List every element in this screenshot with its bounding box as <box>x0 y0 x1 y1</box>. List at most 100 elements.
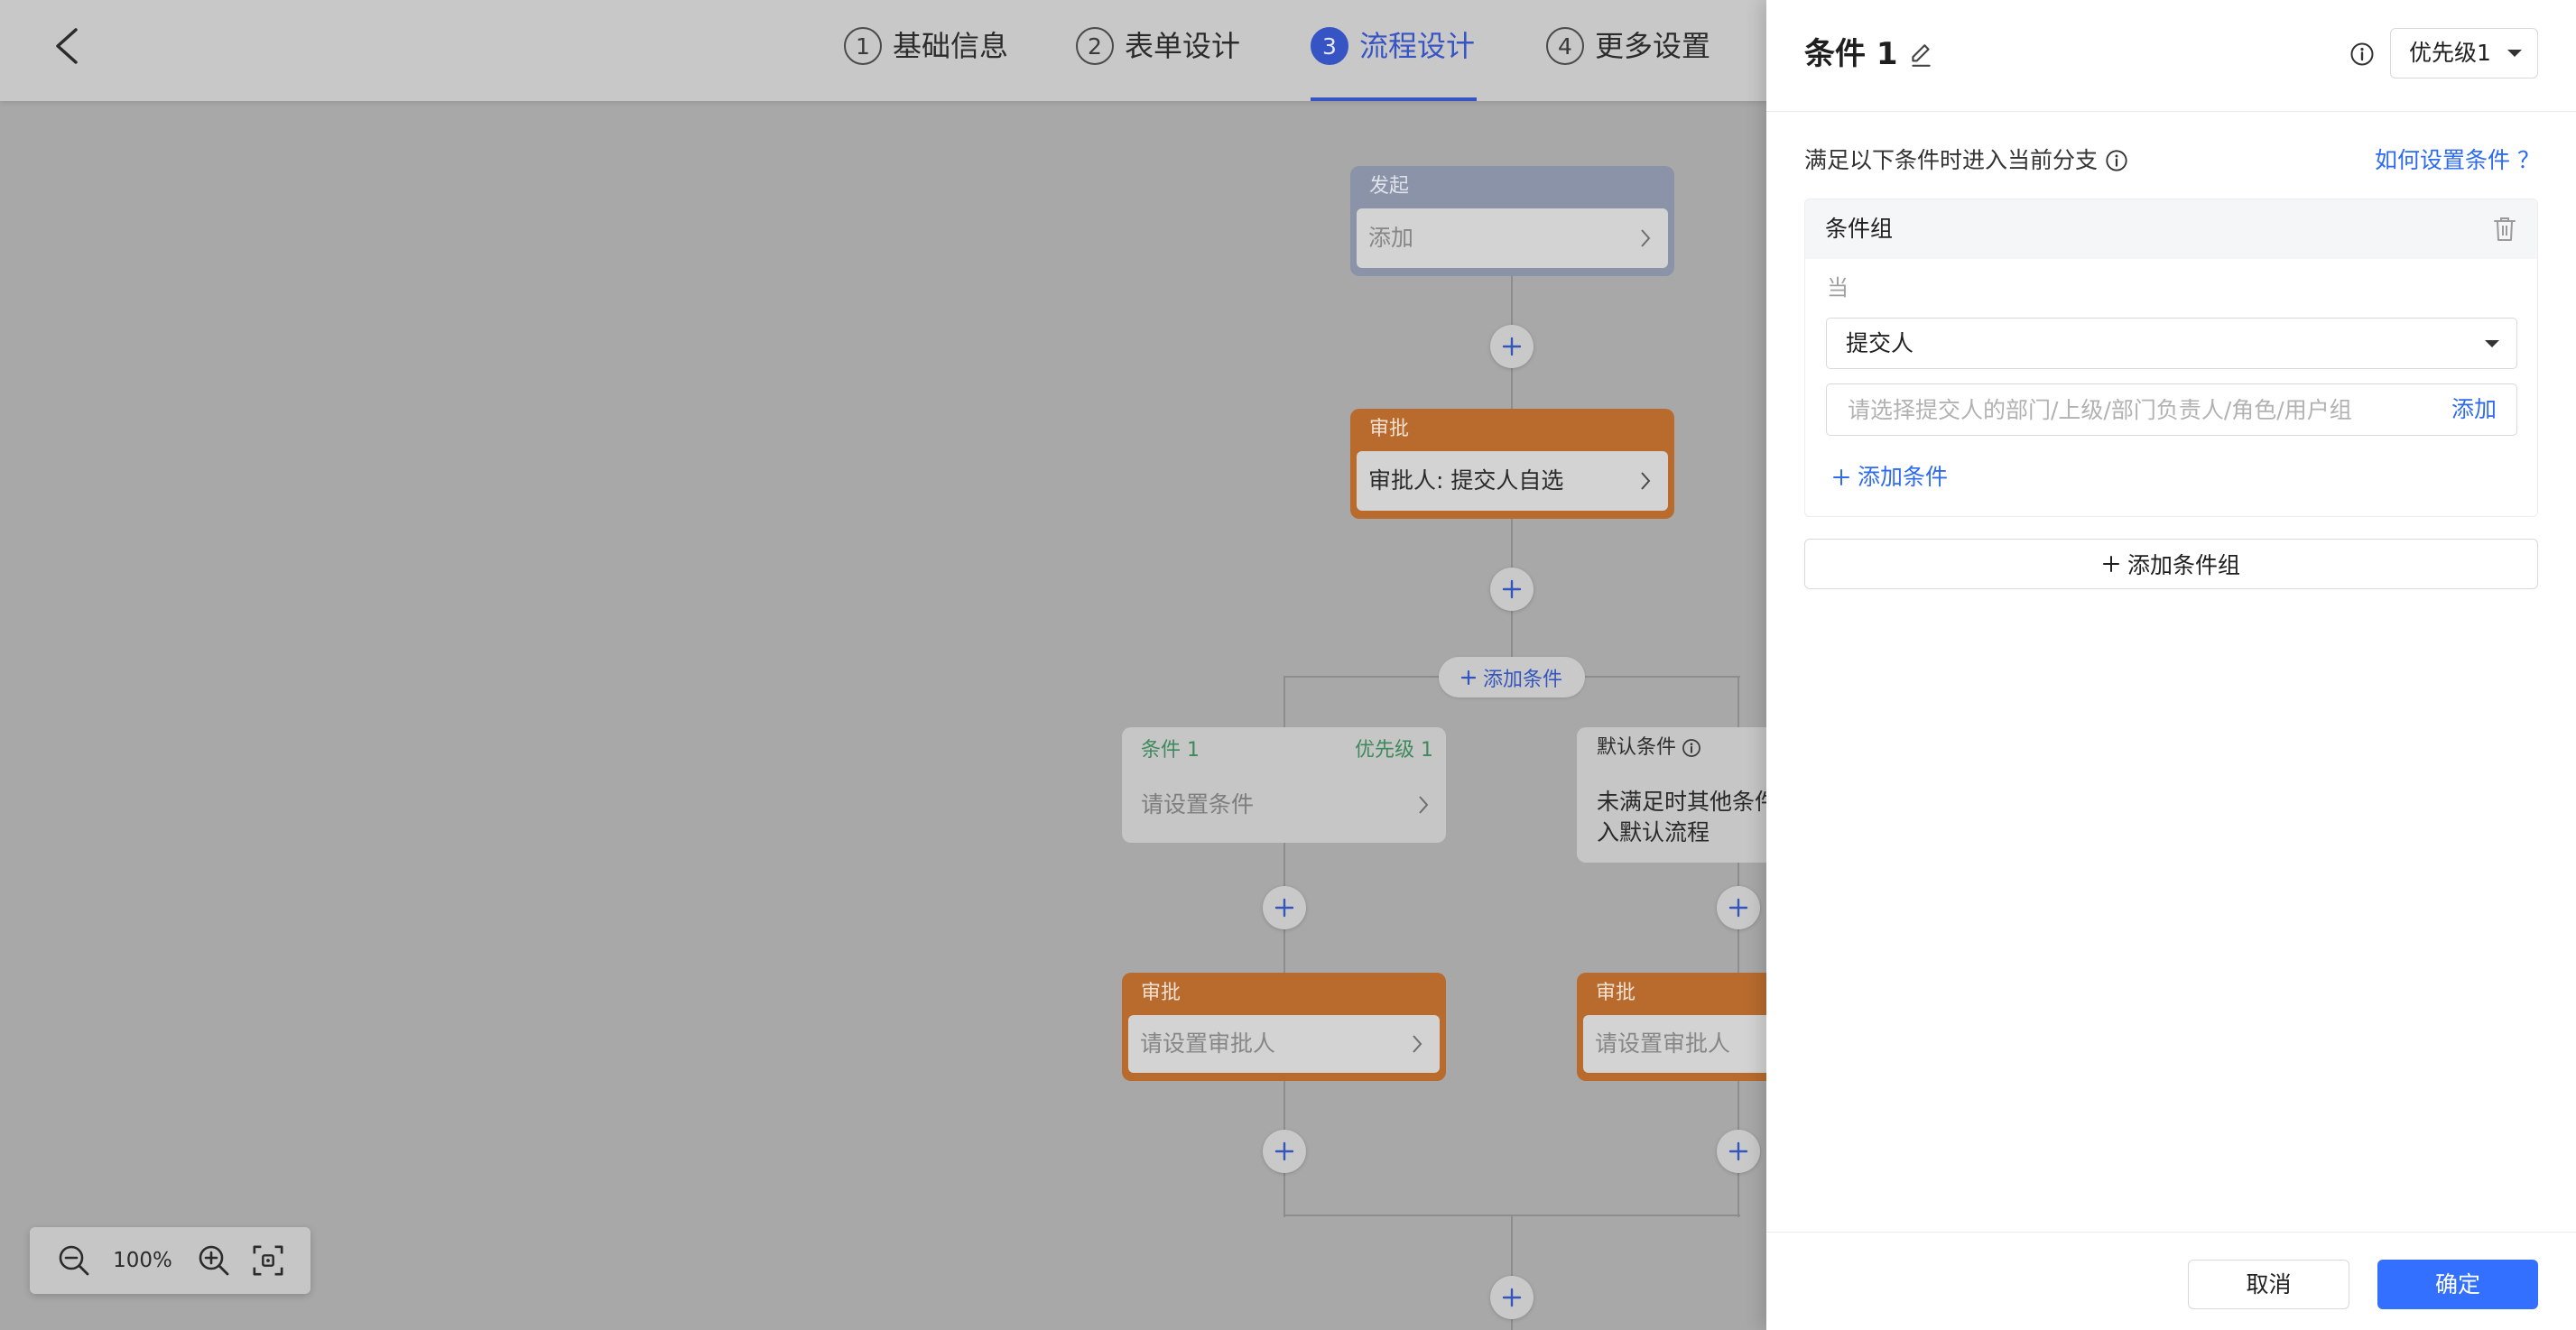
add-value-button[interactable]: 添加 <box>2451 384 2497 435</box>
node-value: 审批人: 提交人自选 <box>1368 467 1564 494</box>
info-icon[interactable] <box>2105 149 2128 172</box>
start-node[interactable]: 发起 添加 <box>1350 166 1674 276</box>
plus-icon <box>1833 469 1849 485</box>
step-basic-info[interactable]: 1 基础信息 <box>844 27 1008 65</box>
condition-group-header: 条件组 <box>1805 199 2537 259</box>
add-condition-label: 添加条件 <box>1482 668 1562 691</box>
condition-group-title: 条件组 <box>1825 216 1894 242</box>
caret-down-icon <box>2507 50 2522 57</box>
add-node-button[interactable] <box>1490 1276 1534 1319</box>
confirm-button[interactable]: 确定 <box>2377 1260 2538 1309</box>
node-type-label: 审批 <box>1369 418 1410 440</box>
step-form-design[interactable]: 2 表单设计 <box>1076 27 1240 65</box>
default-condition-description: 入默认流程 <box>1597 819 1710 845</box>
node-type-label: 发起 <box>1369 175 1410 198</box>
when-label: 当 <box>1827 275 1849 300</box>
plus-icon <box>1502 579 1522 599</box>
node-content: 添加 <box>1357 208 1668 268</box>
add-condition-label: 添加条件 <box>1858 464 1949 490</box>
condition-title: 条件 1 <box>1141 739 1200 762</box>
add-node-button[interactable] <box>1490 325 1534 368</box>
fit-screen-button[interactable] <box>250 1242 286 1279</box>
chevron-right-icon <box>1419 796 1429 814</box>
priority-select-value: 优先级1 <box>2409 40 2491 66</box>
zoom-out-button[interactable] <box>56 1242 92 1279</box>
condition-intro-text: 满足以下条件时进入当前分支 <box>1804 147 2099 173</box>
priority-select[interactable]: 优先级1 <box>2390 28 2538 79</box>
add-node-button[interactable] <box>1717 886 1760 929</box>
node-value: 请设置审批人 <box>1595 1030 1731 1057</box>
trash-icon <box>2494 217 2516 241</box>
chevron-right-icon <box>1413 1035 1422 1053</box>
back-button[interactable] <box>49 23 85 69</box>
plus-icon <box>1274 1141 1294 1161</box>
condition-value: 请设置条件 <box>1141 791 1255 817</box>
default-condition-title: 默认条件 <box>1597 736 1677 759</box>
zoom-level: 100% <box>113 1249 172 1272</box>
zoom-in-icon <box>199 1245 229 1276</box>
edit-title-button[interactable] <box>1907 42 1934 69</box>
condition-group: 条件组 当 提交人 添加 添加条件 <box>1804 199 2538 517</box>
plus-icon <box>1728 898 1748 918</box>
plus-icon <box>2102 556 2119 572</box>
approver-node[interactable]: 审批 审批人: 提交人自选 <box>1350 409 1674 519</box>
add-condition-group-button[interactable]: 添加条件组 <box>1804 539 2538 589</box>
step-label: 表单设计 <box>1125 29 1241 63</box>
add-node-button[interactable] <box>1263 1130 1306 1173</box>
delete-group-button[interactable] <box>2492 216 2517 243</box>
step-flow-design[interactable]: 3 流程设计 <box>1311 27 1475 65</box>
node-content: 请设置审批人 <box>1128 1015 1440 1073</box>
add-condition-branch-button[interactable]: 添加条件 <box>1439 657 1585 697</box>
step-label: 基础信息 <box>893 29 1009 63</box>
how-to-set-condition-link[interactable]: 如何设置条件 ？ <box>2375 146 2540 175</box>
condition-value-field: 添加 <box>1826 383 2517 436</box>
edit-icon <box>1912 44 1931 67</box>
approver-node[interactable]: 审批 请设置审批人 <box>1122 973 1446 1081</box>
info-icon <box>2350 42 2374 66</box>
step-label: 流程设计 <box>1359 29 1476 63</box>
add-node-button[interactable] <box>1263 886 1306 929</box>
step-number: 3 <box>1311 27 1348 65</box>
condition-value-input[interactable] <box>1827 384 2423 435</box>
active-step-underline <box>1311 97 1477 101</box>
back-arrow-icon <box>56 28 78 64</box>
chevron-right-icon <box>1641 472 1651 490</box>
footer-divider <box>1766 1232 2576 1233</box>
node-type-label: 审批 <box>1596 982 1636 1004</box>
step-more-settings[interactable]: 4 更多设置 <box>1546 27 1710 65</box>
node-type-label: 审批 <box>1141 982 1181 1004</box>
step-number: 1 <box>844 27 882 65</box>
step-number: 2 <box>1076 27 1114 65</box>
zoom-control: 100% <box>30 1227 310 1294</box>
node-value: 添加 <box>1368 225 1414 251</box>
step-number: 4 <box>1546 27 1584 65</box>
info-icon <box>1682 739 1700 757</box>
zoom-out-icon <box>59 1245 89 1276</box>
plus-icon <box>1502 337 1522 356</box>
plus-icon <box>1460 670 1476 685</box>
add-node-button[interactable] <box>1717 1130 1760 1173</box>
add-condition-button[interactable]: 添加条件 <box>1832 463 1948 492</box>
priority-info-button[interactable] <box>2349 42 2375 67</box>
node-value: 请设置审批人 <box>1140 1030 1276 1057</box>
chevron-right-icon <box>1641 229 1651 247</box>
drawer-title: 条件 1 <box>1804 36 1898 72</box>
caret-down-icon <box>2485 340 2499 347</box>
condition-field-select[interactable]: 提交人 <box>1826 318 2517 369</box>
header-divider <box>1766 111 2576 112</box>
default-condition-description: 未满足时其他条件 <box>1597 789 1778 815</box>
fit-screen-icon <box>253 1245 283 1276</box>
add-node-button[interactable] <box>1490 568 1534 611</box>
plus-icon <box>1274 898 1294 918</box>
cancel-button[interactable]: 取消 <box>2188 1260 2349 1309</box>
condition-field-value: 提交人 <box>1846 330 1914 356</box>
condition-priority: 优先级 1 <box>1355 739 1433 762</box>
plus-icon <box>1502 1288 1522 1307</box>
app-root: 1 基础信息 2 表单设计 3 流程设计 4 更多设置 发起 添加 审批 审批人… <box>0 0 2576 1330</box>
plus-icon <box>1728 1141 1748 1161</box>
add-condition-group-label: 添加条件组 <box>2127 552 2240 578</box>
condition-card[interactable]: 条件 1 优先级 1 请设置条件 <box>1122 727 1446 843</box>
zoom-in-button[interactable] <box>196 1242 232 1279</box>
condition-settings-drawer: 条件 1 优先级1 满足以下条件时进入当前分支 如何设置条件 ？ 条件组 当 提… <box>1766 0 2576 1330</box>
condition-intro: 满足以下条件时进入当前分支 <box>1804 146 2128 175</box>
